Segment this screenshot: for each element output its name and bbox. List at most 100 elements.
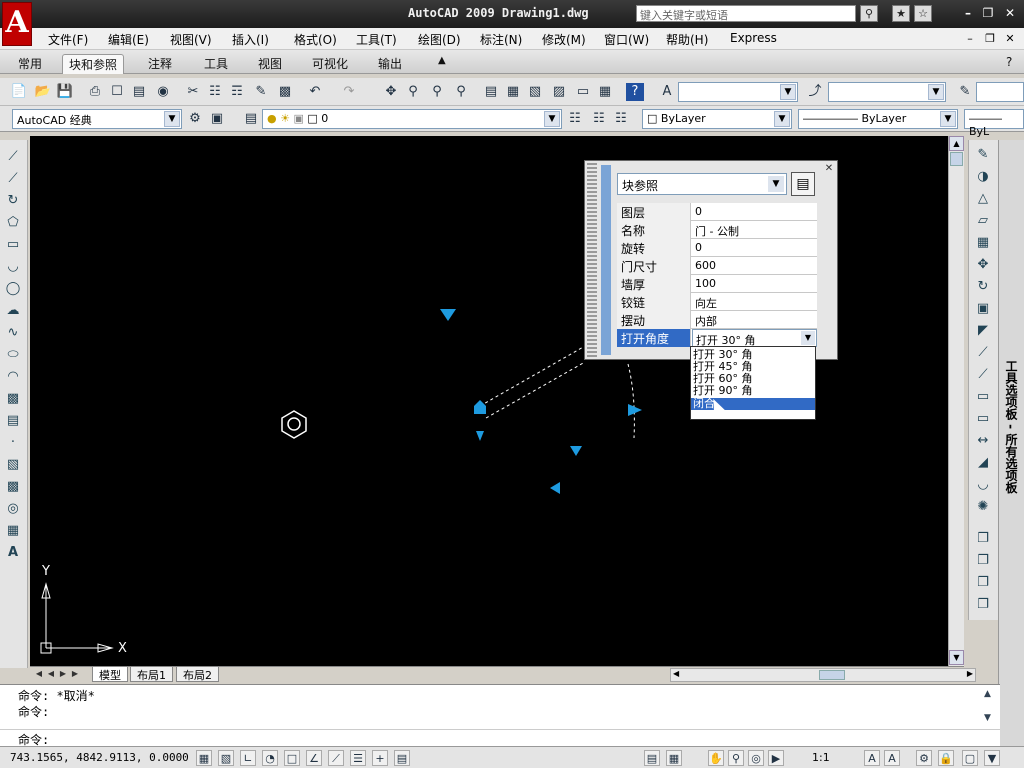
door-leaf-line[interactable]	[485, 361, 586, 419]
stretch-icon[interactable]: ◤	[974, 322, 992, 340]
property-value[interactable]: 向左	[692, 293, 817, 311]
tab-layout2[interactable]: 布局2	[176, 667, 219, 682]
break-icon[interactable]: ▭	[974, 410, 992, 428]
property-value[interactable]: 0	[692, 239, 817, 257]
doc-close-button[interactable]: ✕	[1002, 31, 1018, 46]
tab-view[interactable]: 视图	[252, 54, 288, 74]
linetype-select[interactable]: ――――― ByLayer ▼	[798, 109, 958, 129]
chamfer-icon[interactable]: ◢	[974, 454, 992, 472]
trim-icon[interactable]: ⟋	[974, 344, 992, 362]
palette-grip[interactable]	[587, 163, 597, 357]
insertion-grip[interactable]	[474, 400, 486, 414]
menu-express[interactable]: Express	[730, 31, 777, 45]
tool-palettes-icon[interactable]: ▧	[526, 83, 544, 101]
ellipse-arc-icon[interactable]: ◠	[4, 368, 22, 386]
auto-scale-icon[interactable]: A	[884, 750, 900, 766]
lineweight-select[interactable]: ――― ByL	[964, 109, 1024, 138]
minimize-button[interactable]: –	[958, 5, 978, 22]
property-value[interactable]: 门 - 公制	[692, 221, 817, 239]
property-value[interactable]: 内部	[692, 311, 817, 329]
hatch-icon[interactable]: ▧	[4, 456, 22, 474]
tab-blocks-references[interactable]: 块和参照	[62, 54, 125, 74]
allow-ucs-icon[interactable]: ⟋	[328, 750, 344, 766]
circle-icon[interactable]: ◯	[4, 280, 22, 298]
menu-insert[interactable]: 插入(I)	[232, 31, 269, 48]
property-value[interactable]: 0	[692, 203, 817, 221]
property-row-open-angle[interactable]: 打开角度 打开 30° 角 ▼	[617, 329, 817, 347]
dropdown-option[interactable]: 打开 90° 角	[691, 385, 815, 397]
move-icon[interactable]: ✥	[974, 256, 992, 274]
spline-icon[interactable]: ∿	[4, 324, 22, 342]
menu-dimension[interactable]: 标注(N)	[480, 31, 522, 48]
multiline-text-icon[interactable]: A	[4, 544, 22, 562]
arc-icon[interactable]: ◡	[4, 258, 22, 276]
lookup-grip[interactable]	[440, 309, 456, 321]
table-style-select[interactable]	[976, 82, 1024, 102]
clean-screen-icon[interactable]: ▢	[962, 750, 978, 766]
open-angle-dropdown[interactable]: 打开 30° 角 打开 45° 角 打开 60° 角 打开 90° 角 闭合	[690, 346, 816, 420]
lineweight-icon[interactable]: +	[372, 750, 388, 766]
quick-properties-icon[interactable]: ▤	[394, 750, 410, 766]
ellipse-icon[interactable]: ⬭	[4, 346, 22, 364]
hexagon-marker-circle[interactable]	[287, 417, 301, 431]
quick-view-layouts-icon[interactable]: ▦	[666, 750, 682, 766]
property-row[interactable]: 名称门 - 公制	[617, 221, 817, 239]
prev-tab-icon[interactable]: ◀	[46, 669, 56, 681]
menu-help[interactable]: 帮助(H)	[666, 31, 708, 48]
sheet-set-icon[interactable]: ▨	[550, 83, 568, 101]
stretch-grip-right[interactable]	[628, 404, 642, 416]
region-icon[interactable]: ◎	[4, 500, 22, 518]
steering-wheel-icon[interactable]: ◎	[748, 750, 764, 766]
doc-minimize-button[interactable]: –	[962, 31, 978, 46]
communication-center-icon[interactable]: ★	[892, 5, 910, 22]
property-row[interactable]: 铰链 向左	[617, 293, 817, 311]
erase-icon[interactable]: ✎	[974, 146, 992, 164]
break-at-point-icon[interactable]: ▭	[974, 388, 992, 406]
menu-tools[interactable]: 工具(T)	[356, 31, 397, 48]
scroll-down-icon[interactable]: ▼	[949, 650, 964, 665]
polyline-icon[interactable]: ↻	[4, 192, 22, 210]
horizontal-scrollbar[interactable]: ◀ ▶	[670, 668, 976, 682]
workspace-settings-icon[interactable]: ⚙	[186, 110, 204, 128]
polygon-icon[interactable]: ⬠	[4, 214, 22, 232]
tab-output[interactable]: 输出	[372, 54, 408, 74]
doc-restore-button[interactable]: ❐	[982, 31, 998, 46]
paste-icon[interactable]: ☶	[228, 83, 246, 101]
workspace-select[interactable]: AutoCAD 经典 ▼	[12, 109, 182, 129]
layer-state-icon[interactable]: ☷	[612, 110, 630, 128]
menu-modify[interactable]: 修改(M)	[542, 31, 586, 48]
draw-order-front-icon[interactable]: ❐	[974, 530, 992, 548]
scroll-right-icon[interactable]: ▶	[967, 669, 973, 678]
property-value[interactable]: 600	[692, 257, 817, 275]
menu-window[interactable]: 窗口(W)	[604, 31, 649, 48]
match-properties-icon[interactable]: ✎	[252, 83, 270, 101]
cut-icon[interactable]: ✂	[184, 83, 202, 101]
maximize-button[interactable]: ❐	[978, 5, 998, 22]
rectangle-icon[interactable]: ▭	[4, 236, 22, 254]
coordinate-readout[interactable]: 743.1565, 4842.9113, 0.0000	[10, 751, 189, 764]
table-icon[interactable]: ▦	[4, 522, 22, 540]
new-icon[interactable]: 📄	[10, 83, 28, 101]
favorites-icon[interactable]: ☆	[914, 5, 932, 22]
tab-layout1[interactable]: 布局1	[130, 667, 173, 682]
dim-style-icon[interactable]: ⤴	[806, 83, 824, 101]
status-menu-icon[interactable]: ▼	[984, 750, 1000, 766]
layer-previous-icon[interactable]: ☷	[590, 110, 608, 128]
last-tab-icon[interactable]: ▶	[70, 669, 80, 681]
mirror-icon[interactable]: △	[974, 190, 992, 208]
property-row[interactable]: 门尺寸 600	[617, 257, 817, 275]
point-icon[interactable]: ·	[4, 434, 22, 452]
polar-tracking-icon[interactable]: ◔	[262, 750, 278, 766]
palette-close-icon[interactable]: ✕	[823, 163, 835, 175]
stretch-grip-down[interactable]	[570, 446, 582, 456]
tab-model[interactable]: 模型	[92, 667, 128, 682]
vertical-scrollbar[interactable]: ▲ ▼	[948, 136, 964, 666]
menu-view[interactable]: 视图(V)	[170, 31, 212, 48]
open-icon[interactable]: 📂	[34, 83, 52, 101]
line-icon[interactable]: ⟋	[4, 148, 22, 166]
array-icon[interactable]: ▦	[974, 234, 992, 252]
insert-block-icon[interactable]: ▩	[4, 390, 22, 408]
join-icon[interactable]: ↔	[974, 432, 992, 450]
hexagon-marker[interactable]	[281, 410, 307, 439]
menu-format[interactable]: 格式(O)	[294, 31, 337, 48]
